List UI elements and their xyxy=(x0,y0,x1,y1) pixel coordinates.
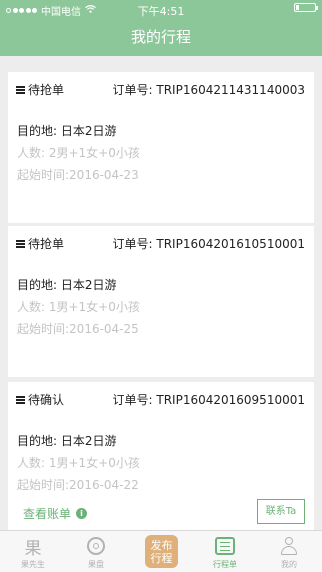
trip-card-header: 待抢单 订单号: TRIP1604201610510001 xyxy=(8,226,314,260)
status-bar: 中国电信 下午4:51 xyxy=(0,0,322,20)
battery-icon xyxy=(294,3,318,12)
order-number: 订单号: TRIP1604201609510001 xyxy=(112,393,305,407)
menu-icon xyxy=(16,395,25,404)
order-number: 订单号: TRIP1604201610510001 xyxy=(112,237,305,251)
status-time: 下午4:51 xyxy=(137,5,185,18)
menu-icon xyxy=(16,239,25,248)
publish-icon: 发布 行程 xyxy=(150,538,173,565)
trip-start-date: 起始时间:2016-04-22 xyxy=(17,478,139,492)
trip-people: 人数: 1男+1女+0小孩 xyxy=(17,456,140,470)
trip-card-header: 待抢单 订单号: TRIP1604211431140003 xyxy=(8,72,314,106)
page-title: 我的行程 xyxy=(130,28,191,46)
plate-icon xyxy=(87,537,105,555)
trip-card[interactable]: 待抢单 订单号: TRIP1604201610510001 目的地: 日本2日游… xyxy=(8,226,314,377)
contact-button[interactable]: 联系Ta xyxy=(257,499,305,524)
order-number: 订单号: TRIP1604211431140003 xyxy=(112,83,305,97)
publish-trip-button[interactable]: 发布 行程 xyxy=(145,535,178,568)
trip-status-label: 待确认 xyxy=(28,393,65,407)
trip-status-label: 待抢单 xyxy=(28,237,65,251)
tab-guopan[interactable]: 果盘 xyxy=(64,531,128,572)
list-icon xyxy=(215,537,235,555)
trip-status: 待确认 xyxy=(16,391,64,408)
trip-start-date: 起始时间:2016-04-23 xyxy=(17,168,139,182)
trip-start-date: 起始时间:2016-04-25 xyxy=(17,322,139,336)
menu-icon xyxy=(16,85,25,94)
trip-status: 待抢单 xyxy=(16,81,64,98)
trip-people: 人数: 2男+1女+0小孩 xyxy=(17,146,140,160)
tab-label: 我的 xyxy=(281,560,297,569)
nav-bar: 我的行程 xyxy=(0,20,322,56)
tab-guo-xiansheng[interactable]: 果 果先生 xyxy=(1,531,65,572)
trip-destination: 目的地: 日本2日游 xyxy=(17,278,117,292)
trip-card[interactable]: 待抢单 订单号: TRIP1604211431140003 目的地: 日本2日游… xyxy=(8,72,314,223)
trip-destination: 目的地: 日本2日游 xyxy=(17,434,117,448)
info-icon: i xyxy=(76,508,88,519)
tab-label: 果盘 xyxy=(88,560,104,569)
person-icon xyxy=(280,536,298,556)
tab-label: 果先生 xyxy=(21,560,45,569)
trip-destination: 目的地: 日本2日游 xyxy=(17,124,117,138)
tab-trip-list[interactable]: 行程单 xyxy=(193,531,257,572)
tab-mine[interactable]: 我的 xyxy=(257,531,321,572)
tab-label: 行程单 xyxy=(213,560,237,569)
trip-status: 待抢单 xyxy=(16,235,64,252)
battery-group xyxy=(294,3,318,12)
trip-card-header: 待确认 订单号: TRIP1604201609510001 xyxy=(8,382,314,416)
view-bill-link[interactable]: 查看账单 i xyxy=(23,505,88,522)
trip-status-label: 待抢单 xyxy=(28,83,65,97)
view-bill-label: 查看账单 xyxy=(23,507,72,521)
trip-card[interactable]: 待确认 订单号: TRIP1604201609510001 目的地: 日本2日游… xyxy=(8,382,314,530)
fruit-icon: 果 xyxy=(24,538,42,559)
trip-people: 人数: 1男+1女+0小孩 xyxy=(17,300,140,314)
